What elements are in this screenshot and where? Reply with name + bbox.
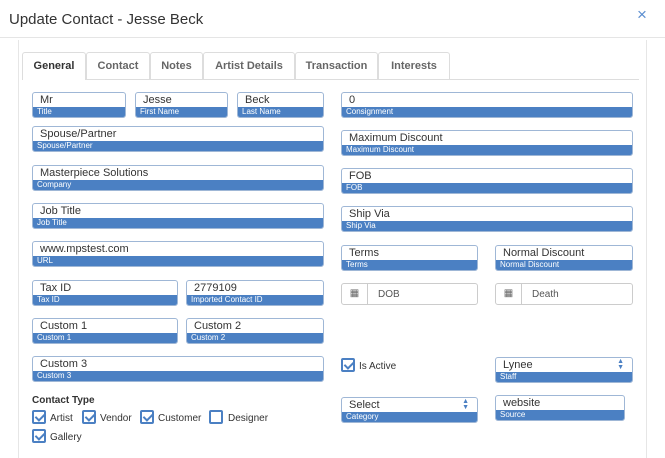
imported-contact-id-value: 2779109 [194, 282, 237, 294]
source-value: website [503, 397, 541, 409]
staff-select[interactable]: Lynee ▲ ▼ Staff [495, 357, 633, 383]
artist-checkbox[interactable] [32, 410, 46, 424]
is-active-label: Is Active [359, 361, 397, 372]
sort-arrows-icon: ▲ ▼ [617, 358, 624, 371]
vendor-checkbox[interactable] [82, 410, 96, 424]
url-label: URL [33, 256, 323, 266]
tax-id-value: Tax ID [40, 282, 72, 294]
customer-label: Customer [158, 413, 202, 424]
url-value: www.mpstest.com [40, 243, 129, 255]
tab-interests[interactable]: Interests [378, 52, 450, 80]
category-label: Category [342, 412, 477, 422]
last-name-label: Last Name [238, 107, 323, 117]
last-name-value: Beck [245, 94, 270, 106]
tax-id-field[interactable]: Tax ID Tax ID [32, 280, 178, 306]
custom-1-value: Custom 1 [40, 320, 88, 332]
terms-field[interactable]: Terms Terms [341, 245, 478, 271]
consignment-label: Consignment [342, 107, 632, 117]
update-contact-dialog: Update Contact - Jesse Beck × General Co… [0, 0, 665, 458]
designer-checkbox[interactable] [209, 410, 223, 424]
gallery-label: Gallery [50, 432, 82, 443]
ship-via-label: Ship Via [342, 221, 632, 231]
title-label: Title [33, 107, 125, 117]
title-field[interactable]: Mr Title [32, 92, 126, 118]
tab-divider [22, 79, 639, 80]
calendar-icon[interactable]: ▦ [496, 284, 522, 304]
custom-1-field[interactable]: Custom 1 Custom 1 [32, 318, 178, 344]
fob-field[interactable]: FOB FOB [341, 168, 633, 194]
dialog-header: Update Contact - Jesse Beck × [0, 0, 665, 38]
imported-contact-id-label: Imported Contact ID [187, 295, 323, 305]
gallery-checkbox[interactable] [32, 429, 46, 443]
tab-contact[interactable]: Contact [86, 52, 150, 80]
normal-discount-value: Normal Discount [503, 247, 585, 259]
company-label: Company [33, 180, 323, 190]
designer-label: Designer [228, 413, 269, 424]
maximum-discount-field[interactable]: Maximum Discount Maximum Discount [341, 130, 633, 156]
close-icon[interactable]: × [637, 6, 647, 23]
tab-notes[interactable]: Notes [150, 52, 203, 80]
title-value: Mr [40, 94, 53, 106]
custom-2-label: Custom 2 [187, 333, 323, 343]
source-label: Source [496, 410, 624, 420]
spouse-partner-field[interactable]: Spouse/Partner Spouse/Partner [32, 126, 324, 152]
custom-1-label: Custom 1 [33, 333, 177, 343]
first-name-field[interactable]: Jesse First Name [135, 92, 228, 118]
first-name-label: First Name [136, 107, 227, 117]
tab-general[interactable]: General [22, 52, 86, 80]
dob-field[interactable]: ▦ DOB [341, 283, 478, 305]
normal-discount-label: Normal Discount [496, 260, 632, 270]
tax-id-label: Tax ID [33, 295, 177, 305]
tab-transaction[interactable]: Transaction [295, 52, 378, 80]
custom-3-value: Custom 3 [40, 358, 88, 370]
url-field[interactable]: www.mpstest.com URL [32, 241, 324, 267]
death-placeholder: Death [532, 289, 559, 300]
custom-3-label: Custom 3 [33, 371, 323, 381]
spouse-partner-value: Spouse/Partner [40, 128, 117, 140]
customer-checkbox[interactable] [140, 410, 154, 424]
consignment-field[interactable]: 0 Consignment [341, 92, 633, 118]
custom-2-value: Custom 2 [194, 320, 242, 332]
consignment-value: 0 [349, 94, 356, 106]
ship-via-value: Ship Via [349, 208, 390, 220]
category-select[interactable]: Select ▲ ▼ Category [341, 397, 478, 423]
death-field[interactable]: ▦ Death [495, 283, 633, 305]
maximum-discount-label: Maximum Discount [342, 145, 632, 155]
is-active-checkbox[interactable] [341, 358, 355, 372]
custom-2-field[interactable]: Custom 2 Custom 2 [186, 318, 324, 344]
maximum-discount-value: Maximum Discount [349, 132, 443, 144]
dob-placeholder: DOB [378, 289, 400, 300]
tab-artist-details[interactable]: Artist Details [203, 52, 295, 80]
imported-contact-id-field[interactable]: 2779109 Imported Contact ID [186, 280, 324, 306]
job-title-label: Job Title [33, 218, 323, 228]
terms-value: Terms [349, 247, 379, 259]
terms-label: Terms [342, 260, 477, 270]
first-name-value: Jesse [143, 94, 172, 106]
calendar-icon[interactable]: ▦ [342, 284, 368, 304]
artist-label: Artist [50, 413, 73, 424]
company-value: Masterpiece Solutions [40, 167, 149, 179]
company-field[interactable]: Masterpiece Solutions Company [32, 165, 324, 191]
job-title-value: Job Title [40, 205, 81, 217]
staff-value: Lynee [503, 359, 533, 371]
fob-value: FOB [349, 170, 372, 182]
last-name-field[interactable]: Beck Last Name [237, 92, 324, 118]
custom-3-field[interactable]: Custom 3 Custom 3 [32, 356, 324, 382]
dialog-title: Update Contact - Jesse Beck [9, 11, 204, 28]
category-value: Select [349, 399, 380, 411]
job-title-field[interactable]: Job Title Job Title [32, 203, 324, 229]
source-field[interactable]: website Source [495, 395, 625, 421]
normal-discount-field[interactable]: Normal Discount Normal Discount [495, 245, 633, 271]
spouse-partner-label: Spouse/Partner [33, 141, 323, 151]
fob-label: FOB [342, 183, 632, 193]
contact-type-title: Contact Type [32, 395, 95, 406]
sort-arrows-icon: ▲ ▼ [462, 398, 469, 411]
staff-label: Staff [496, 372, 632, 382]
vendor-label: Vendor [100, 413, 132, 424]
ship-via-field[interactable]: Ship Via Ship Via [341, 206, 633, 232]
